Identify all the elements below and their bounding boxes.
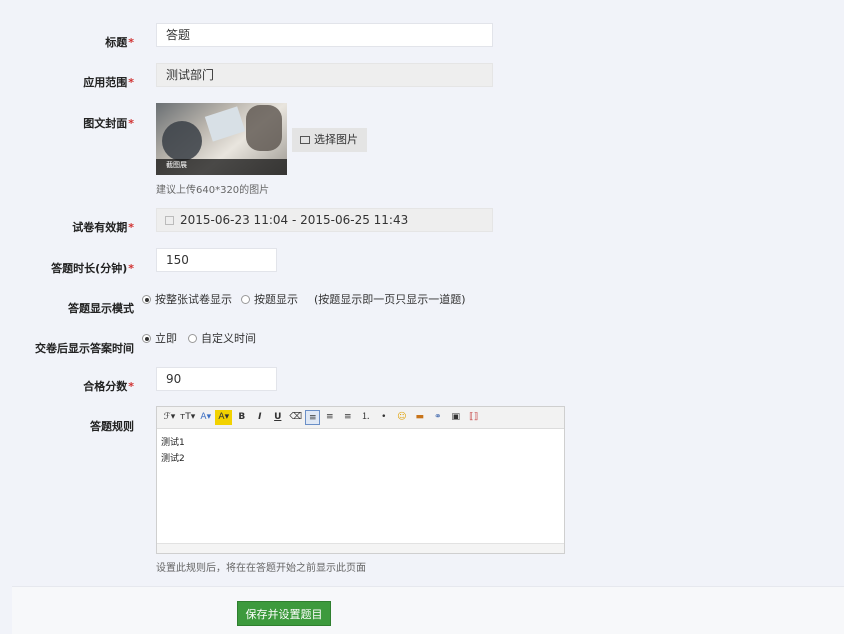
unordered-list-icon[interactable]: • [375,410,392,425]
editor-toolbar: ℱ▾ ᴛT▾ A▾ A▾ B I U ⌫ ≡ ≡ ≡ ⒈ • ☺ ▬ ⚭ ▣ ⟦… [157,407,564,429]
title-label: 标题* [105,36,134,49]
paste-icon[interactable]: ▣ [447,410,464,425]
radio-unchecked-icon [241,295,250,304]
scope-field[interactable]: 测试部门 [156,63,493,87]
align-left-icon[interactable]: ≡ [305,410,321,425]
pass-score-label: 合格分数* [83,380,134,393]
duration-input[interactable]: 150 [156,248,277,272]
image-insert-icon[interactable]: ▬ [411,410,428,425]
rules-hint: 设置此规则后，将在在答题开始之前显示此页面 [156,563,366,574]
calendar-icon [165,216,174,225]
cover-image: 截图展 [156,103,287,175]
ordered-list-icon[interactable]: ⒈ [357,410,374,425]
align-center-icon[interactable]: ≡ [321,410,338,425]
image-icon [300,136,310,144]
source-code-icon[interactable]: ⟦⟧ [465,410,482,425]
radio-checked-icon [142,295,151,304]
answer-time-option-immediate[interactable]: 立即 [142,330,177,346]
display-mode-note: (按题显示即一页只显示一道题) [314,293,466,306]
cover-label: 图文封面* [83,117,134,130]
cover-image-caption: 截图展 [166,161,187,169]
bold-icon[interactable]: B [233,410,250,425]
validity-label: 试卷有效期* [72,221,134,234]
eraser-icon[interactable]: ⌫ [287,410,304,425]
font-family-icon[interactable]: ℱ▾ [161,410,178,425]
select-image-button[interactable]: 选择图片 [292,128,367,152]
editor-resize-bar[interactable] [157,543,564,553]
title-input[interactable]: 答题 [156,23,493,47]
editor-content[interactable]: 测试1 测试2 [157,429,564,473]
answer-time-label: 交卷后显示答案时间 [35,342,134,355]
rules-label: 答题规则 [90,420,134,433]
display-mode-option-single[interactable]: 按题显示 [241,291,298,307]
cover-hint: 建议上传640*320的图片 [156,185,270,196]
link-icon[interactable]: ⚭ [429,410,446,425]
validity-value: 2015-06-23 11:04 - 2015-06-25 11:43 [180,213,409,227]
display-mode-option-full[interactable]: 按整张试卷显示 [142,291,232,307]
form-footer [12,586,844,634]
radio-unchecked-icon [188,334,197,343]
align-right-icon[interactable]: ≡ [339,410,356,425]
scope-label: 应用范围* [83,76,134,89]
italic-icon[interactable]: I [251,410,268,425]
font-color-icon[interactable]: A▾ [197,410,214,425]
emoticon-icon[interactable]: ☺ [393,410,410,425]
editor-line: 测试1 [161,438,185,448]
answer-time-option-custom[interactable]: 自定义时间 [188,330,256,346]
duration-label: 答题时长(分钟)* [51,262,134,275]
validity-field[interactable]: 2015-06-23 11:04 - 2015-06-25 11:43 [156,208,493,232]
save-and-set-questions-button[interactable]: 保存并设置题目 [237,601,331,626]
editor-line: 测试2 [161,454,185,464]
display-mode-label: 答题显示模式 [68,302,134,315]
font-size-icon[interactable]: ᴛT▾ [179,410,196,425]
highlight-color-icon[interactable]: A▾ [215,410,233,425]
radio-checked-icon [142,334,151,343]
pass-score-input[interactable]: 90 [156,367,277,391]
underline-icon[interactable]: U [269,410,286,425]
rules-editor[interactable]: ℱ▾ ᴛT▾ A▾ A▾ B I U ⌫ ≡ ≡ ≡ ⒈ • ☺ ▬ ⚭ ▣ ⟦… [156,406,565,554]
